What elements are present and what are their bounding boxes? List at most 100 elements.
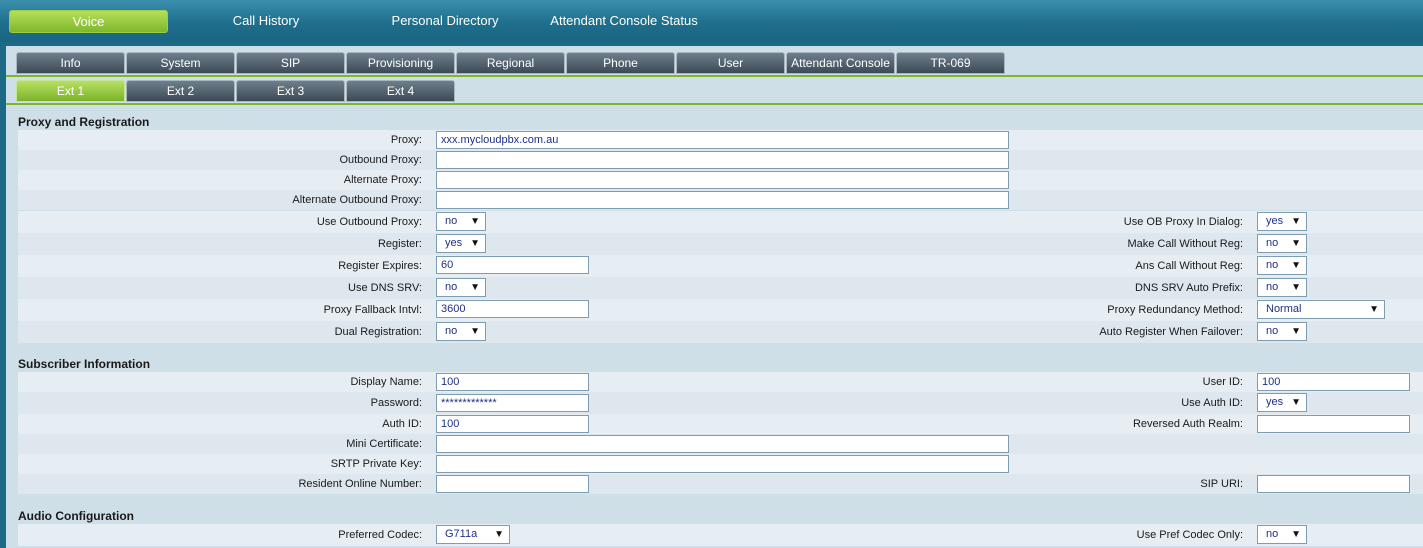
label-auto-register-when-failover: Auto Register When Failover: xyxy=(1099,326,1243,338)
proxy-fallback-intvl-input[interactable]: 3600 xyxy=(436,300,589,318)
tab-divider xyxy=(6,103,1423,105)
label-mini-certificate: Mini Certificate: xyxy=(346,438,422,450)
user-id-input[interactable]: 100 xyxy=(1257,373,1410,391)
label-use-auth-id: Use Auth ID: xyxy=(1181,397,1243,409)
chevron-down-icon: ▼ xyxy=(1291,326,1301,337)
preferred-codec-select[interactable]: G711a ▼ xyxy=(436,525,510,544)
row-register: Register: yes ▼ Make Call Without Reg: no… xyxy=(18,233,1423,255)
nav-call-history[interactable]: Call History xyxy=(196,10,336,33)
register-select[interactable]: yes ▼ xyxy=(436,234,486,253)
row-mini-certificate: Mini Certificate: xyxy=(18,434,1423,454)
row-outbound-proxy: Outbound Proxy: xyxy=(18,150,1423,170)
section-title-audio: Audio Configuration xyxy=(6,506,1423,526)
tab-user[interactable]: User xyxy=(676,52,785,74)
chevron-down-icon: ▼ xyxy=(1369,304,1379,315)
label-reversed-auth-realm: Reversed Auth Realm: xyxy=(1132,418,1243,430)
tab-tr-069[interactable]: TR-069 xyxy=(896,52,1005,74)
chevron-down-icon: ▼ xyxy=(1291,529,1301,540)
use-pref-codec-only-select[interactable]: no ▼ xyxy=(1257,525,1307,544)
row-password: Password: ************* Use Auth ID: yes… xyxy=(18,392,1423,414)
tab-ext-1[interactable]: Ext 1 xyxy=(16,80,125,102)
row-proxy: Proxy: xxx.mycloudpbx.com.au xyxy=(18,130,1423,150)
password-input[interactable]: ************* xyxy=(436,394,589,412)
nav-voice[interactable]: Voice xyxy=(9,10,168,33)
use-auth-id-select[interactable]: yes ▼ xyxy=(1257,393,1307,412)
extension-tab-bar: Ext 1 Ext 2 Ext 3 Ext 4 xyxy=(6,80,1423,104)
tab-divider xyxy=(6,75,1423,77)
label-use-outbound-proxy: Use Outbound Proxy: xyxy=(316,216,422,228)
use-outbound-proxy-select[interactable]: no ▼ xyxy=(436,212,486,231)
nav-personal-directory[interactable]: Personal Directory xyxy=(380,10,510,33)
use-dns-srv-select[interactable]: no ▼ xyxy=(436,278,486,297)
nav-attendant-console-status[interactable]: Attendant Console Status xyxy=(545,10,703,33)
make-call-without-reg-select[interactable]: no ▼ xyxy=(1257,234,1307,253)
label-use-pref-codec-only: Use Pref Codec Only: xyxy=(1136,529,1243,541)
label-outbound-proxy: Outbound Proxy: xyxy=(339,154,422,166)
label-proxy-fallback-intvl: Proxy Fallback Intvl: xyxy=(323,304,422,316)
register-expires-input[interactable]: 60 xyxy=(436,256,589,274)
tab-info[interactable]: Info xyxy=(16,52,125,74)
tab-ext-2[interactable]: Ext 2 xyxy=(126,80,235,102)
label-resident-online-number: Resident Online Number: xyxy=(298,478,422,490)
sip-uri-input[interactable] xyxy=(1257,475,1410,493)
label-proxy-redundancy-method: Proxy Redundancy Method: xyxy=(1107,304,1243,316)
label-proxy: Proxy: xyxy=(390,134,422,146)
outbound-proxy-input[interactable] xyxy=(436,151,1009,169)
row-alternate-outbound-proxy: Alternate Outbound Proxy: xyxy=(18,190,1423,210)
label-sip-uri: SIP URI: xyxy=(1200,478,1243,490)
alternate-proxy-input[interactable] xyxy=(436,171,1009,189)
label-dual-registration: Dual Registration: xyxy=(334,326,422,338)
row-srtp-private-key: SRTP Private Key: xyxy=(18,454,1423,474)
chevron-down-icon: ▼ xyxy=(470,216,480,227)
label-dns-srv-auto-prefix: DNS SRV Auto Prefix: xyxy=(1134,282,1243,294)
chevron-down-icon: ▼ xyxy=(1291,282,1301,293)
tab-provisioning[interactable]: Provisioning xyxy=(346,52,455,74)
mini-certificate-input[interactable] xyxy=(436,435,1009,453)
proxy-input[interactable]: xxx.mycloudpbx.com.au xyxy=(436,131,1009,149)
label-user-id: User ID: xyxy=(1202,376,1243,388)
ans-call-without-reg-select[interactable]: no ▼ xyxy=(1257,256,1307,275)
dual-registration-select[interactable]: no ▼ xyxy=(436,322,486,341)
tab-ext-3[interactable]: Ext 3 xyxy=(236,80,345,102)
label-use-dns-srv: Use DNS SRV: xyxy=(348,282,422,294)
srtp-private-key-input[interactable] xyxy=(436,455,1009,473)
row-auth-id: Auth ID: 100 Reversed Auth Realm: xyxy=(18,414,1423,434)
label-make-call-without-reg: Make Call Without Reg: xyxy=(1127,238,1243,250)
reversed-auth-realm-input[interactable] xyxy=(1257,415,1410,433)
tab-ext-4[interactable]: Ext 4 xyxy=(346,80,455,102)
proxy-redundancy-method-select[interactable]: Normal ▼ xyxy=(1257,300,1385,319)
tab-phone[interactable]: Phone xyxy=(566,52,675,74)
chevron-down-icon: ▼ xyxy=(1291,216,1301,227)
section-title-subscriber: Subscriber Information xyxy=(6,354,1423,374)
tab-sip[interactable]: SIP xyxy=(236,52,345,74)
chevron-down-icon: ▼ xyxy=(494,529,504,540)
display-name-input[interactable]: 100 xyxy=(436,373,589,391)
dns-srv-auto-prefix-select[interactable]: no ▼ xyxy=(1257,278,1307,297)
label-preferred-codec: Preferred Codec: xyxy=(338,529,422,541)
auth-id-input[interactable]: 100 xyxy=(436,415,589,433)
label-password: Password: xyxy=(370,397,422,409)
row-dual-registration: Dual Registration: no ▼ Auto Register Whe… xyxy=(18,321,1423,343)
chevron-down-icon: ▼ xyxy=(470,238,480,249)
use-ob-proxy-in-dialog-select[interactable]: yes ▼ xyxy=(1257,212,1307,231)
row-display-name: Display Name: 100 User ID: 100 xyxy=(18,372,1423,392)
label-use-ob-proxy-in-dialog: Use OB Proxy In Dialog: xyxy=(1123,216,1243,228)
label-alternate-outbound-proxy: Alternate Outbound Proxy: xyxy=(292,194,422,206)
chevron-down-icon: ▼ xyxy=(1291,238,1301,249)
row-register-expires: Register Expires: 60 Ans Call Without Re… xyxy=(18,255,1423,277)
top-navigation: Voice Call History Personal Directory At… xyxy=(0,0,1423,42)
alternate-outbound-proxy-input[interactable] xyxy=(436,191,1009,209)
row-alternate-proxy: Alternate Proxy: xyxy=(18,170,1423,190)
main-content: Info System SIP Provisioning Regional Ph… xyxy=(6,46,1423,548)
label-alternate-proxy: Alternate Proxy: xyxy=(343,174,422,186)
section-title-proxy: Proxy and Registration xyxy=(6,112,1423,132)
label-srtp-private-key: SRTP Private Key: xyxy=(330,458,422,470)
resident-online-number-input[interactable] xyxy=(436,475,589,493)
tab-system[interactable]: System xyxy=(126,52,235,74)
chevron-down-icon: ▼ xyxy=(470,282,480,293)
label-register: Register: xyxy=(377,238,422,250)
row-preferred-codec: Preferred Codec: G711a ▼ Use Pref Codec O… xyxy=(18,524,1423,546)
auto-register-when-failover-select[interactable]: no ▼ xyxy=(1257,322,1307,341)
tab-regional[interactable]: Regional xyxy=(456,52,565,74)
tab-attendant-console[interactable]: Attendant Console xyxy=(786,52,895,74)
